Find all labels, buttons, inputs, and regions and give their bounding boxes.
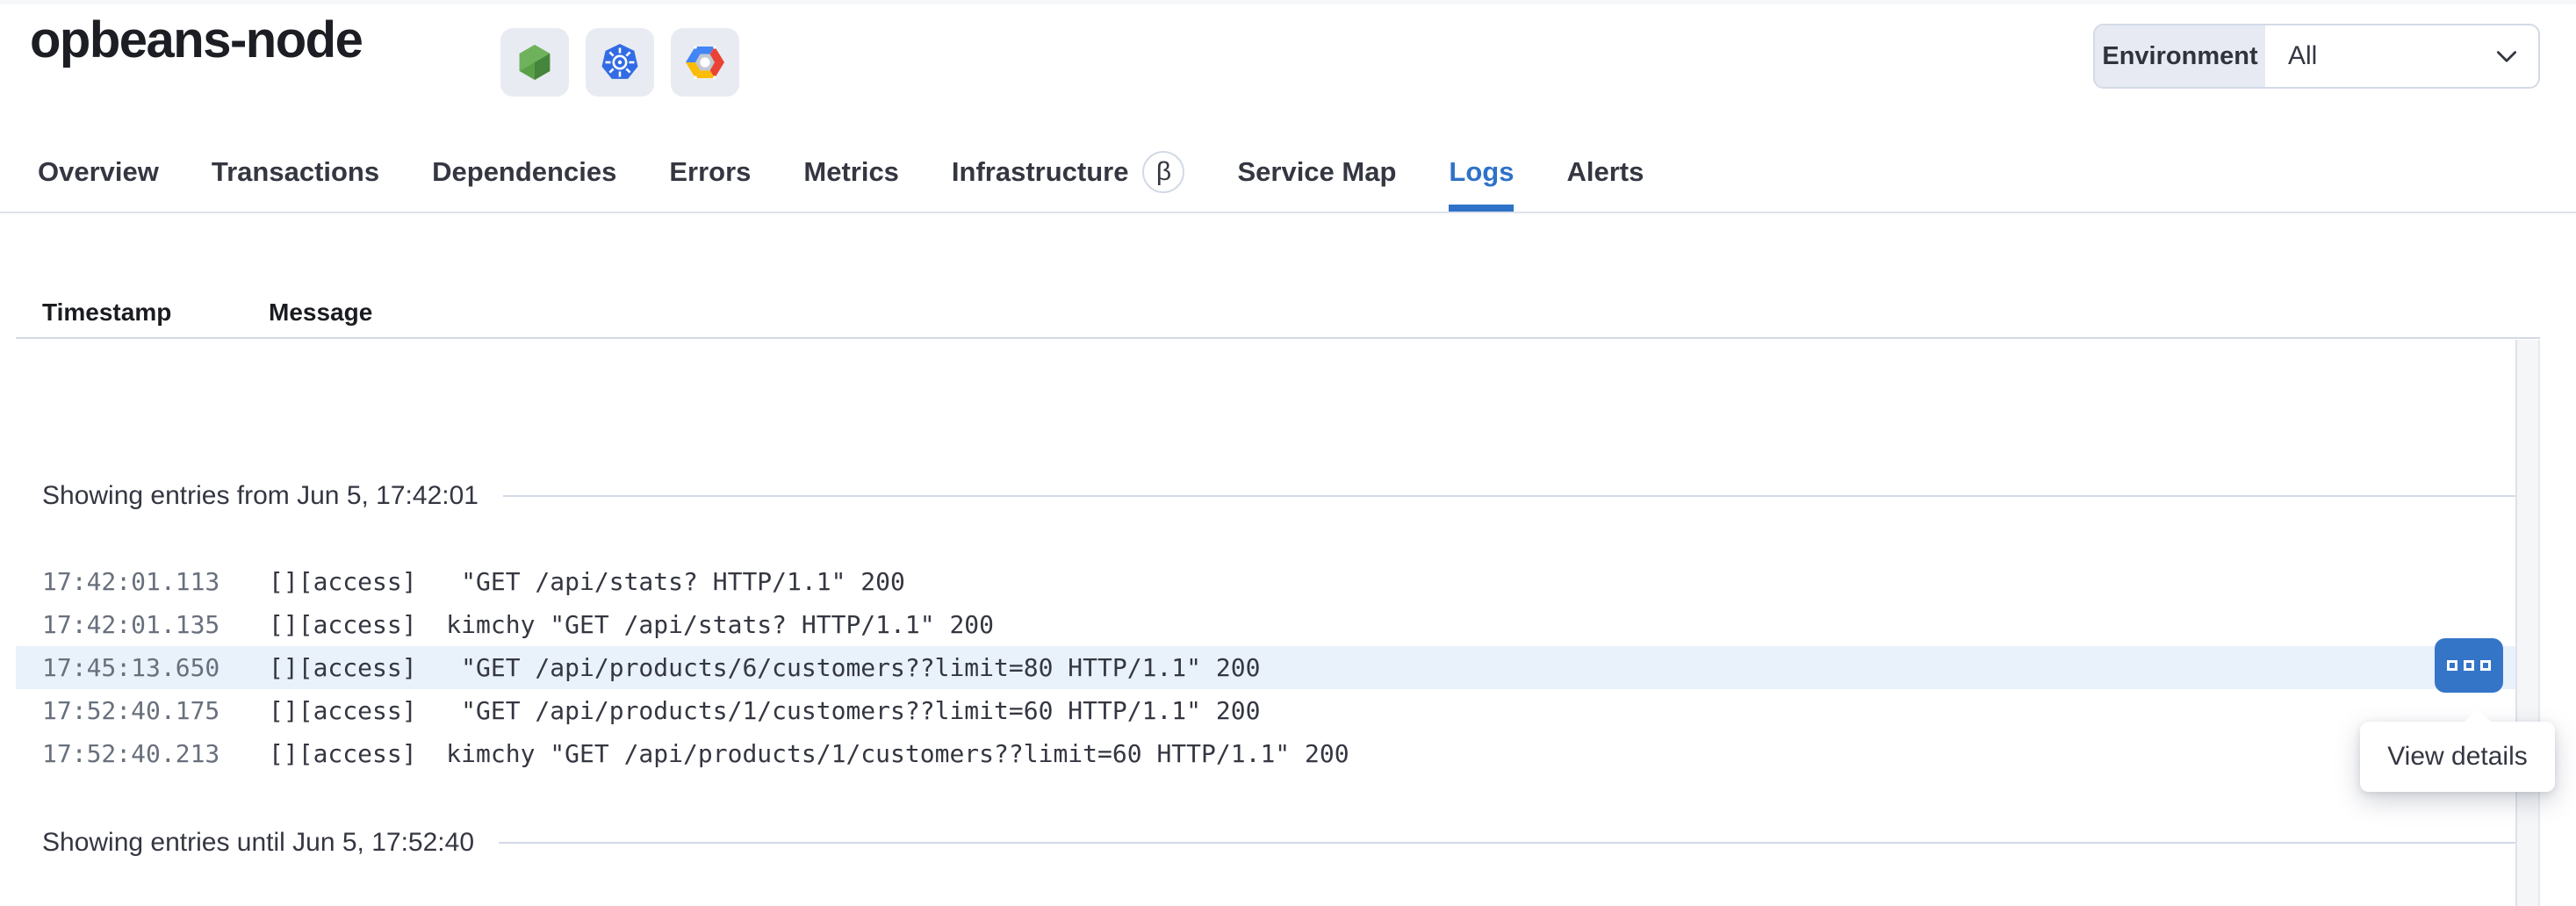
log-rows: 17:42:01.113[][access] "GET /api/stats? … bbox=[16, 560, 2515, 775]
tab-label: Infrastructure bbox=[952, 156, 1129, 188]
log-timestamp: 17:42:01.113 bbox=[42, 567, 269, 596]
beta-badge: β bbox=[1142, 151, 1184, 193]
page-title: opbeans-node bbox=[30, 11, 362, 69]
row-actions-button[interactable] bbox=[2435, 638, 2503, 693]
tab-logs[interactable]: Logs bbox=[1449, 132, 1514, 212]
google-cloud-icon bbox=[685, 42, 725, 83]
column-header-timestamp: Timestamp bbox=[42, 298, 171, 327]
range-start-row: Showing entries from Jun 5, 17:42:01 bbox=[42, 478, 2516, 514]
log-message: [][access] "GET /api/stats? HTTP/1.1" 20… bbox=[269, 567, 905, 596]
kubernetes-badge bbox=[586, 28, 654, 97]
tab-alerts[interactable]: Alerts bbox=[1566, 132, 1644, 212]
tab-label: Logs bbox=[1449, 156, 1514, 188]
tab-label: Metrics bbox=[803, 156, 899, 188]
service-icon-badges bbox=[500, 28, 739, 97]
tab-label: Errors bbox=[669, 156, 751, 188]
environment-select-label: Environment bbox=[2095, 25, 2265, 87]
log-row[interactable]: 17:52:40.175[][access] "GET /api/product… bbox=[16, 689, 2515, 732]
boxes-horizontal-icon bbox=[2447, 660, 2491, 671]
page-top-strip bbox=[0, 0, 2576, 4]
log-row[interactable]: 17:42:01.113[][access] "GET /api/stats? … bbox=[16, 560, 2515, 603]
log-row[interactable]: 17:52:40.213[][access] kimchy "GET /api/… bbox=[16, 732, 2515, 775]
range-divider bbox=[503, 495, 2516, 497]
range-end-row: Showing entries until Jun 5, 17:52:40 bbox=[42, 825, 2516, 860]
tab-infrastructure[interactable]: Infrastructure β bbox=[952, 132, 1185, 212]
tab-service-map[interactable]: Service Map bbox=[1237, 132, 1396, 212]
tab-label: Service Map bbox=[1237, 156, 1396, 188]
nodejs-badge bbox=[500, 28, 569, 97]
log-message: [][access] kimchy "GET /api/products/1/c… bbox=[269, 739, 1349, 768]
log-message: [][access] "GET /api/products/1/customer… bbox=[269, 696, 1260, 725]
tab-errors[interactable]: Errors bbox=[669, 132, 751, 212]
tab-label: Transactions bbox=[212, 156, 379, 188]
service-tabs: Overview Transactions Dependencies Error… bbox=[0, 132, 2576, 213]
google-cloud-badge bbox=[671, 28, 739, 97]
environment-select[interactable]: Environment All bbox=[2093, 24, 2540, 89]
tab-metrics[interactable]: Metrics bbox=[803, 132, 899, 212]
log-message: [][access] kimchy "GET /api/stats? HTTP/… bbox=[269, 610, 994, 639]
log-timestamp: 17:52:40.175 bbox=[42, 696, 269, 725]
tab-label: Alerts bbox=[1566, 156, 1644, 188]
range-divider bbox=[499, 842, 2516, 844]
tab-label: Overview bbox=[38, 156, 159, 188]
tab-overview[interactable]: Overview bbox=[38, 132, 159, 212]
tab-dependencies[interactable]: Dependencies bbox=[432, 132, 616, 212]
column-header-message: Message bbox=[269, 298, 372, 327]
range-start-text: Showing entries from Jun 5, 17:42:01 bbox=[42, 481, 479, 511]
log-timestamp: 17:45:13.650 bbox=[42, 653, 269, 682]
log-row[interactable]: 17:45:13.650[][access] "GET /api/product… bbox=[16, 646, 2515, 689]
log-timestamp: 17:52:40.213 bbox=[42, 739, 269, 768]
range-end-text: Showing entries until Jun 5, 17:52:40 bbox=[42, 828, 474, 858]
chevron-down-icon bbox=[2493, 42, 2521, 70]
vertical-scrollbar[interactable] bbox=[2515, 340, 2540, 906]
nodejs-icon bbox=[514, 42, 555, 83]
view-details-menu-item[interactable]: View details bbox=[2360, 722, 2555, 792]
table-header-divider bbox=[16, 337, 2540, 339]
tab-transactions[interactable]: Transactions bbox=[212, 132, 379, 212]
kubernetes-icon bbox=[600, 42, 640, 83]
view-details-label: View details bbox=[2387, 742, 2528, 772]
log-message: [][access] "GET /api/products/6/customer… bbox=[269, 653, 1260, 682]
log-timestamp: 17:42:01.135 bbox=[42, 610, 269, 639]
log-row[interactable]: 17:42:01.135[][access] kimchy "GET /api/… bbox=[16, 603, 2515, 646]
tab-label: Dependencies bbox=[432, 156, 616, 188]
